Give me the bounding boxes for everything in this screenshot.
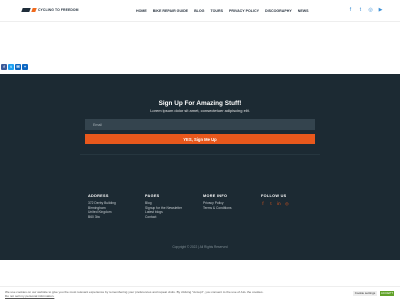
email-share-icon[interactable]: ✉	[15, 64, 21, 70]
facebook-icon[interactable]: f	[261, 201, 265, 206]
footer-pages: PAGES Blog Signup for the Newsletter Lat…	[145, 194, 182, 219]
address-heading: ADDRESS	[88, 194, 109, 198]
footer-divider	[80, 154, 320, 155]
nav-home[interactable]: HOME	[136, 9, 147, 13]
copyright-text: Copyright © 2022 | All Rights Reserved	[172, 245, 228, 249]
footer-link-terms[interactable]: Terms & Conditions	[203, 206, 232, 211]
logo-mark	[21, 8, 31, 12]
nav-tours[interactable]: TOURS	[210, 9, 223, 13]
logo-text: CYCLING TO FREEDOM	[38, 8, 79, 12]
signup-button[interactable]: YES, Sign Me Up	[85, 134, 315, 144]
address-line: B60 3bc	[88, 214, 101, 219]
twitter-icon[interactable]: t	[269, 201, 273, 206]
nav-privacy-policy[interactable]: PRIVACY POLICY	[229, 9, 259, 13]
logo-accent	[31, 8, 37, 12]
linkedin-icon[interactable]: in	[277, 201, 281, 206]
facebook-icon[interactable]: f	[348, 7, 353, 13]
nav-news[interactable]: NEWS	[298, 9, 309, 13]
nav-discography[interactable]: DISCOGRAPHY	[265, 9, 292, 13]
site-logo[interactable]: CYCLING TO FREEDOM	[21, 8, 79, 12]
more-share-icon[interactable]: +	[22, 64, 28, 70]
email-field[interactable]	[85, 119, 315, 130]
nav-bike-repair-guide[interactable]: BIKE REPAIR GUIDE	[153, 9, 188, 13]
nav-blog[interactable]: BLOG	[194, 9, 204, 13]
address-line: 372 Derby Building	[88, 201, 116, 205]
follow-icons: f t in ◎	[261, 201, 289, 206]
pages-heading: PAGES	[145, 194, 160, 198]
site-header: CYCLING TO FREEDOM HOME BIKE REPAIR GUID…	[0, 0, 400, 22]
main-nav: HOME BIKE REPAIR GUIDE BLOG TOURS PRIVAC…	[136, 9, 309, 13]
footer-address: ADDRESS 372 Derby Building Birmingham Un…	[88, 194, 116, 219]
cookie-message: We use cookies on our website to give yo…	[5, 290, 305, 298]
header-social-links: f t ◎ ▶	[348, 7, 383, 13]
share-buttons: f t ✉ +	[1, 64, 28, 70]
twitter-share-icon[interactable]: t	[8, 64, 14, 70]
follow-us-heading: FOLLOW US	[261, 194, 287, 198]
footer-more-info: MORE INFO Privacy Policy Terms & Conditi…	[203, 194, 232, 210]
more-info-heading: MORE INFO	[203, 194, 228, 198]
cookie-settings-button[interactable]: Cookie settings	[353, 291, 377, 296]
instagram-icon[interactable]: ◎	[285, 201, 289, 206]
accept-cookies-button[interactable]: ACCEPT	[380, 291, 394, 296]
twitter-icon[interactable]: t	[358, 7, 363, 13]
footer-link-contact[interactable]: Contact	[145, 215, 182, 220]
youtube-icon[interactable]: ▶	[378, 7, 383, 13]
do-not-sell-link[interactable]: Do not sell my personal information.	[5, 294, 54, 298]
instagram-icon[interactable]: ◎	[368, 7, 373, 13]
signup-title: Sign Up For Amazing Stuff!	[158, 100, 242, 107]
signup-subtitle: Lorem ipsum dolor sit amet, consectetuer…	[150, 108, 250, 113]
footer-follow-us: FOLLOW US f t in ◎	[261, 194, 289, 206]
cookie-banner: We use cookies on our website to give yo…	[0, 286, 400, 300]
facebook-share-icon[interactable]: f	[1, 64, 7, 70]
